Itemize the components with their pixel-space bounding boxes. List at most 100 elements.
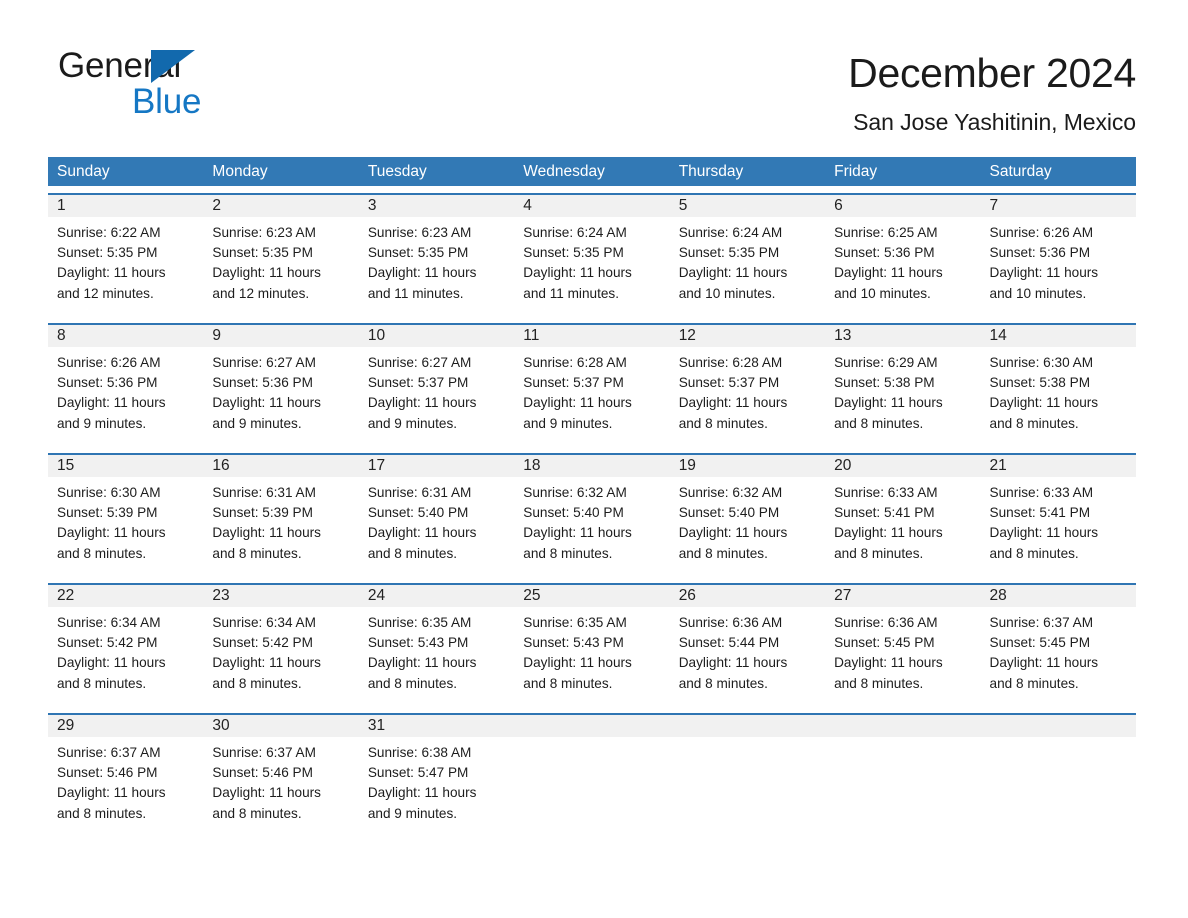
- sunrise-text: Sunrise: 6:38 AM: [367, 745, 472, 760]
- sunrise-text: Sunrise: 6:33 AM: [834, 485, 938, 500]
- day-number: 3: [358, 195, 515, 217]
- daylight-text-line2: and 8 minutes.: [989, 675, 1079, 691]
- sunset-text: Sunset: 5:43 PM: [367, 635, 469, 651]
- day-cell[interactable]: 24 Sunrise: 6:35 AM Sunset: 5:43 PM Dayl…: [358, 585, 515, 706]
- daylight-text-line2: and 8 minutes.: [678, 545, 768, 561]
- day-cell[interactable]: 10 Sunrise: 6:27 AM Sunset: 5:37 PM Dayl…: [358, 325, 515, 446]
- sunrise-text: Sunrise: 6:26 AM: [989, 225, 1094, 240]
- daylight-text-line2: and 8 minutes.: [212, 545, 302, 561]
- day-cell[interactable]: 9 Sunrise: 6:27 AM Sunset: 5:36 PM Dayli…: [203, 325, 359, 446]
- weekday-header-wednesday: Wednesday: [523, 163, 605, 180]
- day-cell[interactable]: 15 Sunrise: 6:30 AM Sunset: 5:39 PM Dayl…: [48, 455, 204, 576]
- sunset-text: Sunset: 5:40 PM: [678, 505, 780, 521]
- day-cell[interactable]: 23 Sunrise: 6:34 AM Sunset: 5:42 PM Dayl…: [203, 585, 359, 706]
- day-number: 14: [980, 325, 1136, 347]
- day-number: 26: [669, 585, 826, 607]
- day-cell[interactable]: 12 Sunrise: 6:28 AM Sunset: 5:37 PM Dayl…: [669, 325, 826, 446]
- day-cell[interactable]: 7 Sunrise: 6:26 AM Sunset: 5:36 PM Dayli…: [980, 195, 1136, 316]
- day-cell[interactable]: 16 Sunrise: 6:31 AM Sunset: 5:39 PM Dayl…: [203, 455, 359, 576]
- weekday-header-thursday: Thursday: [678, 163, 744, 180]
- day-cell[interactable]: 5 Sunrise: 6:24 AM Sunset: 5:35 PM Dayli…: [669, 195, 826, 316]
- day-number: 10: [358, 325, 515, 347]
- calendar-page: General Blue December 2024 San Jose Yash…: [0, 0, 1188, 918]
- daylight-text-line1: Daylight: 11 hours: [678, 525, 788, 541]
- day-info: Sunrise: 6:35 AM Sunset: 5:43 PM Dayligh…: [514, 607, 669, 694]
- day-cell[interactable]: 1 Sunrise: 6:22 AM Sunset: 5:35 PM Dayli…: [48, 195, 204, 316]
- sunrise-text: Sunrise: 6:25 AM: [834, 225, 938, 240]
- day-cell[interactable]: 22 Sunrise: 6:34 AM Sunset: 5:42 PM Dayl…: [48, 585, 204, 706]
- brand-logo[interactable]: General Blue: [58, 46, 258, 124]
- day-cell[interactable]: 2 Sunrise: 6:23 AM Sunset: 5:35 PM Dayli…: [203, 195, 359, 316]
- day-cell[interactable]: 30 Sunrise: 6:37 AM Sunset: 5:46 PM Dayl…: [203, 715, 359, 836]
- day-cell[interactable]: 13 Sunrise: 6:29 AM Sunset: 5:38 PM Dayl…: [825, 325, 981, 446]
- sunset-text: Sunset: 5:47 PM: [367, 765, 469, 781]
- day-number: 2: [203, 195, 359, 217]
- sunset-text: Sunset: 5:36 PM: [834, 245, 935, 261]
- day-cell[interactable]: 3 Sunrise: 6:23 AM Sunset: 5:35 PM Dayli…: [358, 195, 515, 316]
- day-cell[interactable]: 19 Sunrise: 6:32 AM Sunset: 5:40 PM Dayl…: [669, 455, 826, 576]
- sunrise-text: Sunrise: 6:28 AM: [678, 355, 783, 370]
- daylight-text-line1: Daylight: 11 hours: [523, 525, 632, 541]
- sunrise-text: Sunrise: 6:32 AM: [678, 485, 783, 500]
- sunset-text: Sunset: 5:42 PM: [212, 635, 313, 651]
- day-number: [669, 715, 826, 737]
- day-cell[interactable]: 18 Sunrise: 6:32 AM Sunset: 5:40 PM Dayl…: [514, 455, 670, 576]
- day-number: 13: [825, 325, 981, 347]
- daylight-text-line2: and 8 minutes.: [834, 545, 924, 561]
- sunset-text: Sunset: 5:38 PM: [989, 375, 1091, 391]
- weekday-header-sunday: Sunday: [57, 163, 110, 180]
- day-number: 17: [358, 455, 515, 477]
- daylight-text-line1: Daylight: 11 hours: [367, 785, 477, 801]
- day-info: Sunrise: 6:33 AM Sunset: 5:41 PM Dayligh…: [981, 477, 1136, 564]
- day-cell[interactable]: 11 Sunrise: 6:28 AM Sunset: 5:37 PM Dayl…: [514, 325, 670, 446]
- day-number: 22: [48, 585, 204, 607]
- day-cell[interactable]: 4 Sunrise: 6:24 AM Sunset: 5:35 PM Dayli…: [514, 195, 670, 316]
- sunrise-text: Sunrise: 6:23 AM: [212, 225, 316, 240]
- daylight-text-line2: and 9 minutes.: [212, 415, 302, 431]
- sunset-text: Sunset: 5:42 PM: [57, 635, 158, 651]
- daylight-text-line1: Daylight: 11 hours: [834, 395, 943, 411]
- calendar-week-row: 22 Sunrise: 6:34 AM Sunset: 5:42 PM Dayl…: [48, 583, 1136, 706]
- day-number: 20: [825, 455, 981, 477]
- sunrise-text: Sunrise: 6:31 AM: [367, 485, 472, 500]
- day-cell[interactable]: 21 Sunrise: 6:33 AM Sunset: 5:41 PM Dayl…: [980, 455, 1136, 576]
- day-info: Sunrise: 6:34 AM Sunset: 5:42 PM Dayligh…: [203, 607, 358, 694]
- sunset-text: Sunset: 5:40 PM: [367, 505, 469, 521]
- sunset-text: Sunset: 5:45 PM: [834, 635, 935, 651]
- day-cell-empty: [514, 715, 670, 836]
- sunrise-text: Sunrise: 6:23 AM: [367, 225, 472, 240]
- daylight-text-line1: Daylight: 11 hours: [57, 525, 166, 541]
- daylight-text-line2: and 10 minutes.: [989, 285, 1087, 301]
- daylight-text-line2: and 8 minutes.: [989, 545, 1079, 561]
- day-cell[interactable]: 17 Sunrise: 6:31 AM Sunset: 5:40 PM Dayl…: [358, 455, 515, 576]
- day-info: Sunrise: 6:31 AM Sunset: 5:40 PM Dayligh…: [359, 477, 514, 564]
- day-cell[interactable]: 31 Sunrise: 6:38 AM Sunset: 5:47 PM Dayl…: [358, 715, 515, 836]
- day-cell[interactable]: 8 Sunrise: 6:26 AM Sunset: 5:36 PM Dayli…: [48, 325, 204, 446]
- daylight-text-line2: and 11 minutes.: [367, 285, 464, 301]
- day-cell[interactable]: 26 Sunrise: 6:36 AM Sunset: 5:44 PM Dayl…: [669, 585, 826, 706]
- day-info: Sunrise: 6:26 AM Sunset: 5:36 PM Dayligh…: [48, 347, 203, 434]
- day-cell-empty: [980, 715, 1136, 836]
- day-number: 23: [203, 585, 359, 607]
- day-cell[interactable]: 25 Sunrise: 6:35 AM Sunset: 5:43 PM Dayl…: [514, 585, 670, 706]
- daylight-text-line2: and 8 minutes.: [367, 675, 458, 691]
- day-cell[interactable]: 6 Sunrise: 6:25 AM Sunset: 5:36 PM Dayli…: [825, 195, 981, 316]
- day-cell[interactable]: 27 Sunrise: 6:36 AM Sunset: 5:45 PM Dayl…: [825, 585, 981, 706]
- day-cell[interactable]: 28 Sunrise: 6:37 AM Sunset: 5:45 PM Dayl…: [980, 585, 1136, 706]
- triangle-icon: [151, 50, 195, 83]
- sunset-text: Sunset: 5:37 PM: [678, 375, 780, 391]
- sunset-text: Sunset: 5:46 PM: [57, 765, 158, 781]
- sunrise-text: Sunrise: 6:22 AM: [57, 225, 161, 240]
- day-number: 6: [825, 195, 981, 217]
- sunrise-text: Sunrise: 6:24 AM: [678, 225, 783, 240]
- sunrise-text: Sunrise: 6:37 AM: [212, 745, 316, 760]
- daylight-text-line2: and 11 minutes.: [523, 285, 619, 301]
- day-info: Sunrise: 6:26 AM Sunset: 5:36 PM Dayligh…: [981, 217, 1136, 304]
- daylight-text-line1: Daylight: 11 hours: [57, 785, 166, 801]
- sunset-text: Sunset: 5:37 PM: [523, 375, 624, 391]
- day-cell[interactable]: 14 Sunrise: 6:30 AM Sunset: 5:38 PM Dayl…: [980, 325, 1136, 446]
- daylight-text-line2: and 8 minutes.: [212, 805, 302, 821]
- day-number: 9: [203, 325, 359, 347]
- day-cell[interactable]: 20 Sunrise: 6:33 AM Sunset: 5:41 PM Dayl…: [825, 455, 981, 576]
- day-cell[interactable]: 29 Sunrise: 6:37 AM Sunset: 5:46 PM Dayl…: [48, 715, 204, 836]
